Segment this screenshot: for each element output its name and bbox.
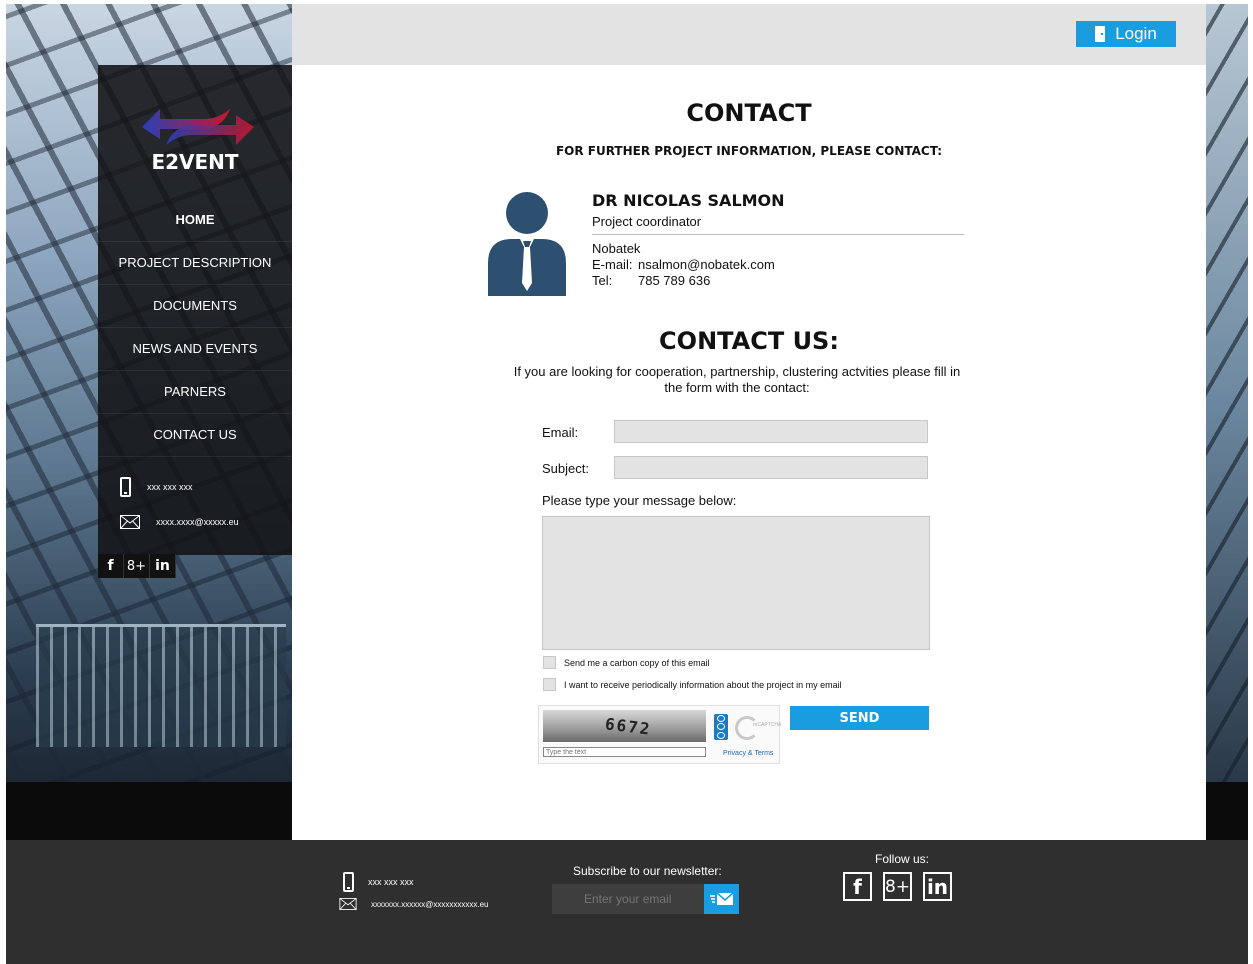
project-info-label: I want to receive periodically informati… [564, 679, 842, 690]
sidebar-nav: HOME PROJECT DESCRIPTION DOCUMENTS NEWS … [98, 199, 292, 457]
sidebar-email: xxxx.xxxx@xxxxx.eu [120, 515, 290, 529]
footer-phone: xxx xxx xxx [343, 872, 414, 892]
captcha-widget: 6672 reCAPTCHA Privacy & Terms [538, 705, 782, 764]
logo-text: E2VENT [151, 150, 239, 174]
newsletter-submit-button[interactable] [704, 884, 739, 914]
background-right-strip [1200, 4, 1248, 804]
sidebar: E2VENT HOME PROJECT DESCRIPTION DOCUMENT… [98, 65, 292, 555]
sidebar-email-text[interactable]: xxxx.xxxx@xxxxx.eu [156, 517, 239, 527]
sidebar-item-contact-us[interactable]: CONTACT US [98, 414, 292, 457]
coordinator-tel: 785 789 636 [638, 273, 711, 288]
coordinator-tel-row: Tel: 785 789 636 [592, 273, 964, 289]
audio-icon[interactable] [717, 723, 725, 731]
linkedin-icon[interactable]: in [150, 554, 176, 578]
coordinator-email[interactable]: nsalmon@nobatek.com [638, 257, 775, 272]
newsletter-label: Subscribe to our newsletter: [573, 864, 722, 878]
background-canopy [36, 624, 286, 747]
captcha-code: 6672 [604, 714, 653, 739]
facebook-icon[interactable]: f [843, 872, 872, 901]
newsletter-info-option: I want to receive periodically informati… [543, 678, 842, 691]
main-content: CONTACT FOR FURTHER PROJECT INFORMATION,… [292, 65, 1206, 840]
top-bar: Login [292, 4, 1206, 65]
person-icon [488, 192, 566, 296]
email-field-label: Email: [542, 425, 579, 440]
tel-label: Tel: [592, 273, 613, 288]
mail-icon [120, 515, 140, 529]
sidebar-phone-text: xxx xxx xxx [147, 482, 193, 492]
facebook-icon[interactable]: f [98, 554, 124, 578]
contact-subtitle: FOR FURTHER PROJECT INFORMATION, PLEASE … [555, 144, 943, 158]
coordinator-organization: Nobatek [592, 241, 641, 256]
recaptcha-logo-icon [735, 716, 759, 740]
contact-us-title: CONTACT US: [659, 327, 839, 355]
sidebar-item-documents[interactable]: DOCUMENTS [98, 285, 292, 328]
mail-icon [339, 898, 357, 910]
project-info-checkbox[interactable] [543, 678, 556, 691]
footer: xxx xxx xxx xxxxxxx.xxxxxx@xxxxxxxxxxx.e… [6, 840, 1248, 964]
logo-arrows-icon [142, 109, 254, 145]
coordinator-role: Project coordinator [592, 214, 964, 235]
sidebar-item-news-and-events[interactable]: NEWS AND EVENTS [98, 328, 292, 371]
coordinator-email-row: E-mail: nsalmon@nobatek.com [592, 257, 964, 273]
footer-email-text[interactable]: xxxxxxx.xxxxxx@xxxxxxxxxxx.eu [371, 900, 488, 909]
coordinator-name: DR NICOLAS SALMON [592, 191, 785, 210]
phone-icon [343, 872, 354, 892]
captcha-brand: reCAPTCHA [753, 722, 782, 728]
contact-us-description: If you are looking for cooperation, part… [513, 364, 961, 395]
sidebar-phone: xxx xxx xxx [120, 477, 290, 497]
subject-field[interactable] [614, 456, 928, 479]
send-mail-icon [709, 892, 733, 905]
google-plus-icon[interactable]: 8+ [883, 872, 912, 901]
captcha-image: 6672 [543, 710, 706, 742]
door-icon [1095, 26, 1106, 42]
linkedin-icon[interactable]: in [923, 872, 952, 901]
subject-field-label: Subject: [542, 461, 589, 476]
message-textarea[interactable] [542, 516, 930, 650]
captcha-tools[interactable] [714, 714, 728, 740]
carbon-copy-label: Send me a carbon copy of this email [564, 657, 710, 668]
carbon-copy-checkbox[interactable] [543, 656, 556, 669]
email-label: E-mail: [592, 257, 633, 272]
phone-icon [120, 477, 131, 497]
login-button[interactable]: Login [1076, 21, 1176, 47]
footer-phone-text: xxx xxx xxx [368, 877, 414, 887]
coordinator-card: DR NICOLAS SALMON Project coordinator No… [592, 191, 964, 289]
help-icon[interactable] [717, 732, 725, 740]
footer-social: f 8+ in [843, 872, 952, 901]
sidebar-item-partners[interactable]: PARNERS [98, 371, 292, 414]
newsletter-email-input[interactable] [552, 884, 704, 914]
sidebar-item-home[interactable]: HOME [98, 199, 292, 242]
email-field[interactable] [614, 420, 928, 443]
carbon-copy-option: Send me a carbon copy of this email [543, 656, 710, 669]
captcha-input[interactable] [543, 747, 706, 757]
sidebar-social: f 8+ in [98, 554, 176, 578]
contact-title: CONTACT [686, 99, 812, 127]
footer-email: xxxxxxx.xxxxxx@xxxxxxxxxxx.eu [339, 898, 488, 910]
google-plus-icon[interactable]: 8+ [124, 554, 150, 578]
message-field-label: Please type your message below: [542, 493, 737, 508]
login-label: Login [1115, 24, 1157, 43]
send-button[interactable]: SEND [790, 706, 929, 730]
sidebar-item-project-description[interactable]: PROJECT DESCRIPTION [98, 242, 292, 285]
captcha-privacy-link[interactable]: Privacy & Terms [723, 750, 773, 757]
refresh-icon[interactable] [717, 714, 725, 722]
follow-label: Follow us: [875, 852, 930, 866]
